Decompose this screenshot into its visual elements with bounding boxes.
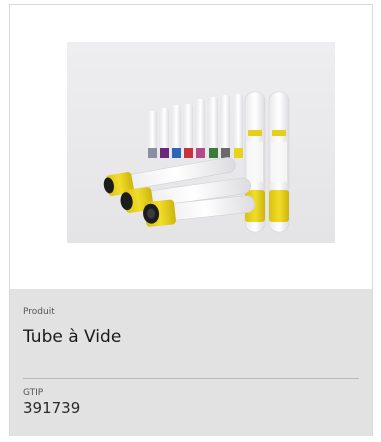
vacuum-tubes-illustration: [67, 42, 335, 243]
gtip-label: GTIP: [23, 388, 44, 398]
product-image-area[interactable]: [10, 5, 372, 289]
product-type-label: Produit: [23, 307, 55, 317]
gtip-value: 391739: [23, 399, 81, 417]
product-name[interactable]: Tube à Vide: [23, 327, 121, 347]
product-info-panel: Produit Tube à Vide GTIP 391739: [10, 289, 372, 436]
product-photo: [67, 42, 335, 243]
product-card[interactable]: Produit Tube à Vide GTIP 391739: [9, 4, 373, 436]
divider: [23, 378, 359, 379]
